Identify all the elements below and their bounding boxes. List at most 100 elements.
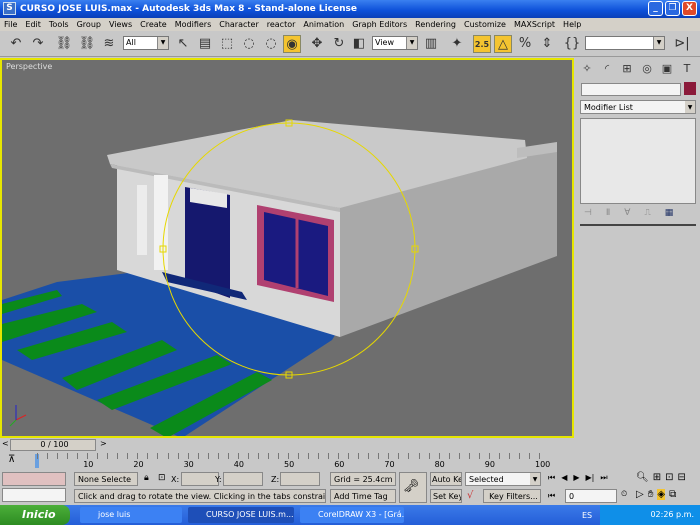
time-slider-thumb[interactable]: 0 / 100 — [10, 439, 96, 451]
current-frame-input[interactable]: 0 — [565, 489, 617, 503]
default-tangents-icon[interactable]: √ — [467, 490, 473, 501]
snap-toggle-icon[interactable]: 2.5 — [473, 35, 491, 53]
object-name-input[interactable] — [581, 83, 681, 96]
y-coordinate-input[interactable] — [223, 472, 263, 486]
scale-icon[interactable]: ◧ — [350, 35, 368, 53]
remove-modifier-icon[interactable]: ⎍ — [644, 208, 650, 220]
menu-tools[interactable]: Tools — [45, 18, 73, 31]
set-key-mode-key-icon[interactable]: 🗝︎ — [399, 472, 427, 503]
menu-maxscript[interactable]: MAXScript — [510, 18, 559, 31]
maxscript-listener-white[interactable] — [2, 488, 66, 502]
unlink-icon[interactable]: ⛓ — [78, 35, 96, 53]
field-of-view-icon[interactable]: ▷ — [636, 489, 644, 500]
zoom-extents-icon[interactable]: ⊡ — [665, 472, 673, 483]
key-mode-dropdown[interactable]: Selected ▼ — [465, 472, 541, 486]
utilities-tab-icon[interactable]: T — [678, 61, 696, 77]
menu-file[interactable]: File — [0, 18, 21, 31]
absolute-mode-icon[interactable]: ⊡ — [158, 473, 166, 483]
menu-group[interactable]: Group — [73, 18, 105, 31]
selection-filter-dropdown[interactable]: All ▼ — [123, 36, 169, 50]
configure-modifier-sets-icon[interactable]: ▦ — [665, 208, 674, 220]
reference-coordinate-dropdown[interactable]: View ▼ — [372, 36, 418, 50]
zoom-icon[interactable]: 🔍︎ — [636, 472, 649, 483]
set-key-button[interactable]: Set Key — [430, 489, 462, 503]
menu-views[interactable]: Views — [105, 18, 136, 31]
menu-graph-editors[interactable]: Graph Editors — [348, 18, 411, 31]
restore-button[interactable]: ❐ — [665, 1, 680, 16]
manipulate-icon[interactable]: ✦ — [448, 35, 466, 53]
modifier-stack[interactable] — [580, 118, 696, 204]
pivot-center-icon[interactable]: ▥ — [422, 35, 440, 53]
circle-selection-icon[interactable]: ◌ — [262, 35, 280, 53]
time-slider[interactable]: < 0 / 100 > — [0, 438, 574, 452]
undo-icon[interactable]: ↶ — [7, 35, 25, 53]
play-icon[interactable]: ▶ — [573, 473, 579, 483]
x-coordinate-input[interactable] — [181, 472, 219, 486]
select-icon[interactable]: ↖ — [174, 35, 192, 53]
bind-space-warp-icon[interactable]: ≋ — [100, 35, 118, 53]
menu-reactor[interactable]: reactor — [263, 18, 300, 31]
menu-character[interactable]: Character — [215, 18, 263, 31]
rotate-icon[interactable]: ↻ — [330, 35, 348, 53]
next-frame-arrow[interactable]: > — [100, 439, 107, 448]
maximize-viewport-icon[interactable]: ⧉ — [669, 489, 676, 500]
arc-rotate-icon[interactable]: ◈ — [657, 489, 666, 500]
object-color-swatch[interactable] — [684, 82, 696, 95]
menu-edit[interactable]: Edit — [21, 18, 45, 31]
mirror-icon[interactable]: ⊳| — [673, 35, 691, 53]
zoom-all-icon[interactable]: ⊞ — [653, 472, 661, 483]
create-tab-icon[interactable]: ✧ — [578, 61, 596, 77]
motion-tab-icon[interactable]: ◎ — [638, 61, 656, 77]
menu-rendering[interactable]: Rendering — [411, 18, 460, 31]
lock-icon[interactable]: 🔒︎ — [144, 473, 149, 483]
hierarchy-tab-icon[interactable]: ⊞ — [618, 61, 636, 77]
menu-customize[interactable]: Customize — [460, 18, 510, 31]
start-button[interactable]: Inicio — [0, 505, 70, 525]
z-coordinate-input[interactable] — [280, 472, 320, 486]
select-by-name-icon[interactable]: ▤ — [196, 35, 214, 53]
link-icon[interactable]: ⛓ — [55, 35, 73, 53]
language-indicator[interactable]: ES — [582, 511, 592, 520]
next-frame-icon[interactable]: ▶| — [586, 473, 595, 483]
rect-selection-icon[interactable]: ⬚ — [218, 35, 236, 53]
make-unique-icon[interactable]: ∀ — [624, 208, 630, 220]
angle-snap-icon[interactable]: △ — [494, 35, 512, 53]
pin-stack-icon[interactable]: ⊣ — [584, 208, 592, 220]
show-end-result-icon[interactable]: Ⅱ — [606, 208, 610, 220]
modifier-list-dropdown[interactable]: Modifier List ▼ — [580, 100, 696, 114]
menu-help[interactable]: Help — [559, 18, 585, 31]
percent-snap-icon[interactable]: % — [516, 35, 534, 53]
menu-modifiers[interactable]: Modifiers — [171, 18, 216, 31]
track-bar[interactable]: ⊼ 10 20 30 40 50 60 70 80 90 100 — [0, 452, 574, 470]
add-time-tag-button[interactable]: Add Time Tag — [330, 489, 396, 503]
maxscript-listener-pink[interactable] — [2, 472, 66, 486]
named-selection-dropdown[interactable]: ▼ — [585, 36, 665, 50]
taskbar-item-coreldraw[interactable]: CorelDRAW X3 - [Grá... — [300, 507, 404, 523]
named-selection-icon[interactable]: {} — [563, 35, 581, 53]
window-crossing-icon[interactable]: ◌ — [240, 35, 258, 53]
mini-curve-editor-icon[interactable]: ⊼ — [8, 454, 15, 465]
auto-key-button[interactable]: Auto Key — [430, 472, 462, 486]
menu-animation[interactable]: Animation — [299, 18, 348, 31]
select-rotate-icon[interactable]: ◉ — [283, 35, 301, 53]
perspective-viewport[interactable]: Perspective — [0, 58, 574, 438]
close-button[interactable]: X — [682, 1, 697, 16]
taskbar-item-3dsmax[interactable]: CURSO JOSE LUIS.m... — [188, 507, 294, 523]
taskbar-item-folder[interactable]: jose luis — [80, 507, 182, 523]
zoom-extents-all-icon[interactable]: ⊟ — [677, 472, 685, 483]
menu-create[interactable]: Create — [136, 18, 171, 31]
display-tab-icon[interactable]: ▣ — [658, 61, 676, 77]
time-configuration-icon[interactable]: ⏲ — [621, 489, 627, 499]
go-to-end-icon[interactable]: ⏭ — [600, 473, 607, 483]
key-filters-button[interactable]: Key Filters... — [483, 489, 541, 503]
spinner-snap-icon[interactable]: ⇕ — [538, 35, 556, 53]
modify-tab-icon[interactable]: ◜ — [598, 61, 616, 77]
move-icon[interactable]: ✥ — [308, 35, 326, 53]
prev-frame-arrow[interactable]: < — [2, 439, 9, 448]
pan-hand-icon[interactable]: ✋︎ — [648, 489, 654, 500]
redo-icon[interactable]: ↷ — [29, 35, 47, 53]
key-mode-toggle-icon[interactable]: ⏮ — [548, 491, 555, 501]
minimize-button[interactable]: _ — [648, 1, 663, 16]
go-to-start-icon[interactable]: ⏮ — [548, 473, 555, 483]
previous-frame-icon[interactable]: ◀ — [561, 473, 567, 483]
